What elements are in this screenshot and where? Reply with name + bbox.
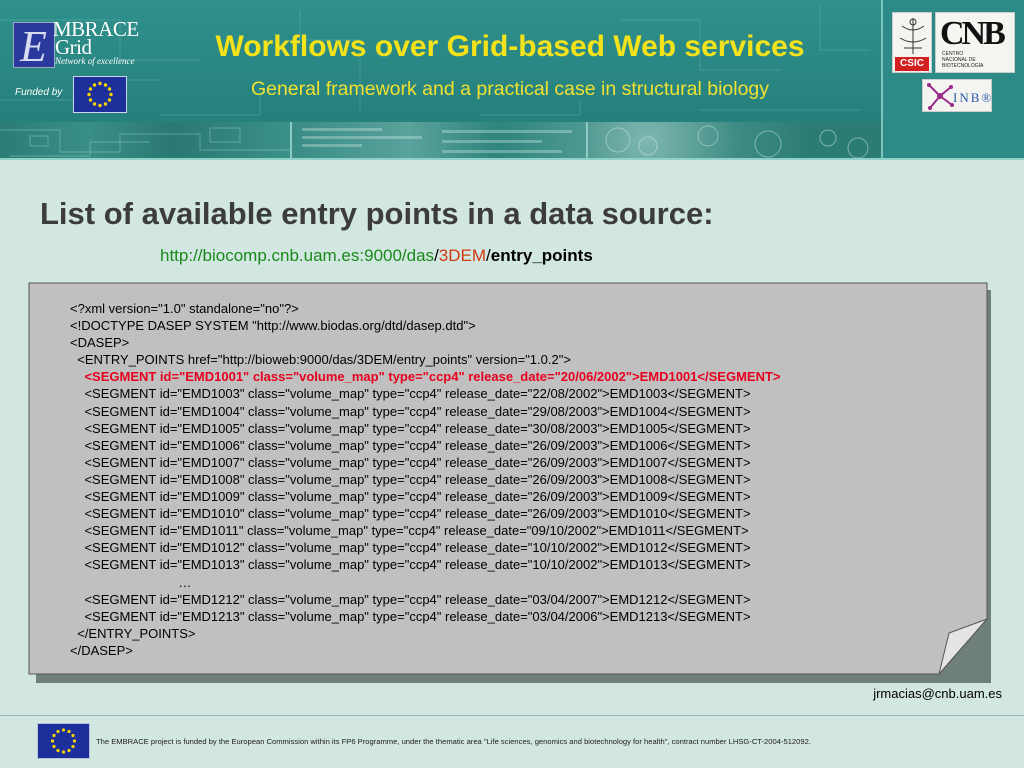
xml-line: <SEGMENT id="EMD1012" class="volume_map"…	[70, 540, 751, 556]
xml-line: <SEGMENT id="EMD1011" class="volume_map"…	[70, 523, 749, 539]
xml-line: <SEGMENT id="EMD1007" class="volume_map"…	[70, 454, 751, 470]
header-bottom-rule	[0, 158, 1024, 160]
xml-line: <SEGMENT id="EMD1010" class="volume_map"…	[70, 506, 751, 522]
xml-line: …	[70, 574, 192, 590]
xml-listing: <?xml version="1.0" standalone="no"?> <!D…	[70, 300, 970, 659]
contact-email[interactable]: jrmacias@cnb.uam.es	[873, 686, 1002, 701]
xml-line: <SEGMENT id="EMD1213" class="volume_map"…	[70, 608, 751, 624]
strip-image-cells	[588, 122, 881, 160]
slide-header: E MBRACE Grid Network of excellence Funde…	[0, 0, 1024, 160]
inb-logo: INB®	[922, 79, 992, 112]
strip-right-panel	[883, 122, 1024, 160]
image-strip	[0, 122, 881, 160]
xml-line: <SEGMENT id="EMD1005" class="volume_map"…	[70, 420, 751, 436]
entry-points-url[interactable]: http://biocomp.cnb.uam.es:9000/das/3DEM/…	[160, 246, 593, 266]
strip-image-circuit	[0, 122, 292, 160]
funding-statement: The EMBRACE project is funded by the Eur…	[96, 737, 811, 746]
xml-line: <ENTRY_POINTS href="http://bioweb:9000/d…	[70, 352, 571, 368]
xml-line: <DASEP>	[70, 335, 130, 351]
xml-line: <?xml version="1.0" standalone="no"?>	[70, 301, 299, 316]
xml-line: </DASEP>	[70, 642, 133, 658]
inb-molecule-icon	[927, 83, 954, 110]
xml-line: <!DOCTYPE DASEP SYSTEM "http://www.bioda…	[70, 318, 476, 334]
footer-rule	[0, 715, 1024, 716]
xml-line: <SEGMENT id="EMD1009" class="volume_map"…	[70, 489, 751, 505]
xml-line: <SEGMENT id="EMD1004" class="volume_map"…	[70, 403, 751, 419]
eu-flag-icon	[73, 76, 127, 113]
strip-image-sequence	[292, 122, 588, 160]
slide-subtitle: General framework and a practical case i…	[250, 78, 770, 100]
xml-line-highlighted: <SEGMENT id="EMD1001" class="volume_map"…	[70, 369, 781, 385]
csic-logo: CSIC	[892, 12, 932, 73]
eu-flag-icon	[37, 723, 90, 759]
embrace-e-mark: E	[13, 22, 55, 71]
section-heading: List of available entry points in a data…	[40, 196, 714, 231]
cnb-subtitle: CENTRO NACIONAL DE BIOTECNOLOGÍA	[942, 51, 984, 69]
xml-line: <SEGMENT id="EMD1003" class="volume_map"…	[70, 386, 751, 402]
xml-line: <SEGMENT id="EMD1013" class="volume_map"…	[70, 557, 751, 573]
xml-line: <SEGMENT id="EMD1212" class="volume_map"…	[70, 591, 751, 607]
embrace-grid-logo: E MBRACE Grid Network of excellence	[13, 18, 147, 72]
xml-response-panel: <?xml version="1.0" standalone="no"?> <!D…	[28, 282, 988, 675]
embrace-tagline: Network of excellence	[55, 56, 135, 66]
slide-title: Workflows over Grid-based Web services	[215, 30, 805, 63]
url-base: http://biocomp.cnb.uam.es:9000/das	[160, 246, 435, 265]
funded-by-label: Funded by	[15, 87, 63, 98]
cnb-logo: CNB CENTRO NACIONAL DE BIOTECNOLOGÍA	[935, 12, 1015, 73]
url-source-segment: 3DEM	[438, 246, 487, 265]
xml-line: <SEGMENT id="EMD1008" class="volume_map"…	[70, 471, 751, 487]
url-command: entry_points	[490, 246, 593, 265]
xml-line: <SEGMENT id="EMD1006" class="volume_map"…	[70, 437, 751, 453]
embrace-wordmark: MBRACE Grid	[53, 17, 139, 59]
xml-line: </ENTRY_POINTS>	[70, 625, 196, 641]
